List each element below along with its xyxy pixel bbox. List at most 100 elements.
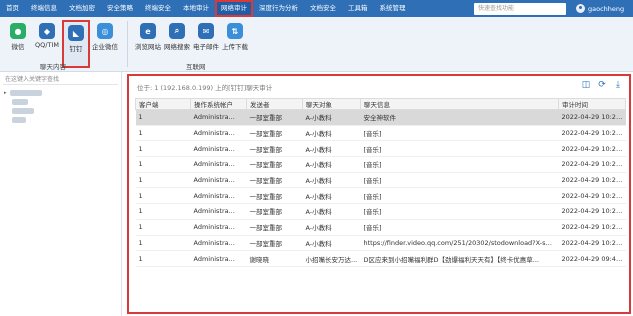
table-cell: Administra...	[190, 187, 247, 205]
table-cell: 安全神软件	[360, 109, 559, 126]
column-header[interactable]: 操作系统帐户	[190, 98, 247, 110]
refresh-icon[interactable]: ⟳	[597, 80, 607, 90]
table-cell: A-小教科	[302, 140, 361, 158]
layout-icon[interactable]: ◫	[581, 80, 591, 90]
ribbon-button[interactable]: ⇅ 上传下载	[221, 20, 249, 68]
table-cell: https://finder.video.qq.com/251/20302/st…	[360, 235, 559, 252]
table-cell: [音乐]	[360, 219, 559, 236]
user-menu[interactable]: gaochheng	[576, 2, 624, 15]
chat-audit-table: 客户端 操作系统帐户 发送者 聊天对象 聊天信息 审计时间 1 Administra... 一…	[135, 98, 626, 267]
table-header-row: 客户端 操作系统帐户 发送者 聊天对象 聊天信息 审计时间	[135, 98, 626, 110]
table-cell: 1	[135, 109, 191, 126]
table-row[interactable]: 1 Administra... 谢晓晓 小招嘴长安万达... D区应来到小招嘴福利群D【…	[135, 250, 626, 267]
table-cell: [音乐]	[360, 125, 559, 142]
column-header[interactable]: 聊天信息	[360, 98, 559, 110]
tree-node[interactable]: ▸	[4, 88, 121, 97]
blurred-node-label	[12, 116, 26, 123]
ribbon-button-label: 网络搜索	[164, 43, 190, 51]
table-row[interactable]: 1 Administra... 一部室重部 A-小教科 [音乐] 2022-04-29 1…	[135, 140, 626, 158]
table-cell: 2022-04-29 10:25:54	[558, 140, 626, 158]
table-cell: 2022-04-29 10:25:02	[558, 125, 626, 142]
table-row[interactable]: 1 Administra... 一部室重部 A-小教科 [音乐] 2022-04-29 1…	[135, 156, 626, 173]
table-cell: 1	[135, 172, 191, 189]
table-cell: Administra...	[190, 235, 247, 252]
table-cell: 一部室重部	[246, 109, 303, 126]
tree-node[interactable]	[12, 97, 121, 106]
chat-group-label: 聊天内容	[40, 63, 66, 71]
column-header[interactable]: 审计时间	[558, 98, 626, 110]
browser-icon: e	[140, 23, 156, 39]
table-row[interactable]: 1 Administra... 一部室重部 A-小教科 [音乐] 2022-04-29 1…	[135, 219, 626, 236]
nav-item[interactable]: 网络审计	[215, 0, 253, 17]
ribbon-button[interactable]: ◎ 企业微信	[91, 20, 119, 68]
qq-icon: ◆	[39, 23, 55, 39]
table-cell: 1	[135, 203, 191, 220]
table-cell: A-小教科	[302, 187, 361, 205]
table-cell: Administra...	[190, 172, 247, 189]
user-avatar-icon	[576, 4, 585, 13]
table-row[interactable]: 1 Administra... 一部室重部 A-小教科 [音乐] 2022-04-29 1…	[135, 172, 626, 189]
nav-item[interactable]: 终端安全	[139, 0, 177, 17]
table-cell: Administra...	[190, 125, 247, 142]
table-cell: [音乐]	[360, 203, 559, 220]
username: gaochheng	[588, 4, 625, 13]
table-cell: A-小教科	[302, 125, 361, 142]
nav-item[interactable]: 本地审计	[177, 0, 215, 17]
tree-search-input[interactable]: 在这键入关键字查找	[3, 75, 118, 85]
nav-item[interactable]: 工具箱	[342, 0, 374, 17]
email-icon: ✉	[198, 23, 214, 39]
blurred-node-label	[12, 98, 28, 105]
nav-item[interactable]: 终端信息	[25, 0, 63, 17]
table-row[interactable]: 1 Administra... 一部室重部 A-小教科 安全神软件 2022-04-29 …	[135, 109, 626, 126]
quick-search-input[interactable]: 快速查找功能	[474, 3, 566, 15]
column-header[interactable]: 客户端	[135, 98, 191, 110]
ribbon-button[interactable]: ● 微信	[4, 20, 32, 68]
nav-item[interactable]: 文档加密	[63, 0, 101, 17]
table-cell: 一部室重部	[246, 156, 303, 173]
upload-download-icon: ⇅	[227, 23, 243, 39]
ribbon-button[interactable]: ◣ 钉钉	[62, 20, 90, 68]
ribbon-button[interactable]: e 浏览网站	[134, 20, 162, 68]
table-cell: D区应来到小招嘴福利群D【劲爆福利天天有】【终卡优惠草...	[360, 250, 559, 267]
location-path: 位于: 1 (192.168.0.199) 上的[钉钉]聊天审计	[137, 84, 273, 92]
column-header[interactable]: 聊天对象	[302, 98, 361, 110]
audit-results-panel: 位于: 1 (192.168.0.199) 上的[钉钉]聊天审计 ◫ ⟳ ⤓ 客…	[127, 74, 631, 314]
table-row[interactable]: 1 Administra... 一部室重部 A-小教科 [音乐] 2022-04-29 1…	[135, 125, 626, 142]
table-cell: 1	[135, 156, 191, 173]
table-cell: A-小教科	[302, 219, 361, 236]
table-cell: A-小教科	[302, 235, 361, 252]
table-cell: 2022-04-29 10:25:01	[558, 109, 626, 126]
table-cell: 一部室重部	[246, 203, 303, 220]
table-cell: Administra...	[190, 203, 247, 220]
column-header[interactable]: 发送者	[246, 98, 303, 110]
table-row[interactable]: 1 Administra... 一部室重部 A-小教科 [音乐] 2022-04-29 1…	[135, 187, 626, 205]
table-row[interactable]: 1 Administra... 一部室重部 A-小教科 https://finder.v…	[135, 235, 626, 252]
table-cell: 2022-04-29 10:25:53	[558, 187, 626, 205]
table-cell: [音乐]	[360, 156, 559, 173]
table-cell: A-小教科	[302, 172, 361, 189]
table-cell: 2022-04-29 10:25:41	[558, 172, 626, 189]
table-cell: 一部室重部	[246, 187, 303, 205]
panel-tools: ◫ ⟳ ⤓	[581, 80, 623, 90]
table-cell: 一部室重部	[246, 140, 303, 158]
table-cell: 一部室重部	[246, 235, 303, 252]
export-icon[interactable]: ⤓	[613, 80, 623, 90]
table-cell: 1	[135, 219, 191, 236]
table-cell: A-小教科	[302, 109, 361, 126]
dingtalk-icon: ◣	[68, 25, 84, 41]
table-row[interactable]: 1 Administra... 一部室重部 A-小教科 [音乐] 2022-04-29 1…	[135, 203, 626, 220]
nav-item[interactable]: 系统管理	[374, 0, 412, 17]
table-cell: 一部室重部	[246, 219, 303, 236]
table-cell: Administra...	[190, 156, 247, 173]
tree-node[interactable]	[12, 106, 121, 115]
wecom-icon: ◎	[97, 23, 113, 39]
nav-item[interactable]: 首页	[0, 0, 25, 17]
table-cell: Administra...	[190, 140, 247, 158]
tree-node[interactable]	[12, 115, 121, 124]
table-cell: [音乐]	[360, 187, 559, 205]
nav-item[interactable]: 深度行为分析	[253, 0, 304, 17]
nav-item[interactable]: 安全策略	[101, 0, 139, 17]
table-cell: 一部室重部	[246, 125, 303, 142]
nav-item[interactable]: 文档安全	[304, 0, 342, 17]
table-cell: 2022-04-29 10:25:55	[558, 156, 626, 173]
